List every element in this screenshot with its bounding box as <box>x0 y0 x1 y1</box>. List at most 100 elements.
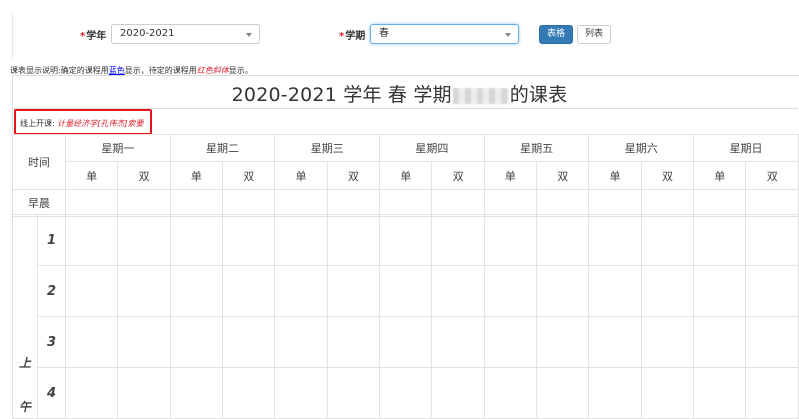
schedule-cell <box>274 214 328 266</box>
list-view-button[interactable]: 列表 <box>577 25 611 44</box>
schedule-cell <box>222 214 276 266</box>
period-row: 上午1 <box>12 214 799 419</box>
schedule-cell <box>379 316 433 368</box>
schedule-cell <box>536 214 590 266</box>
highlight-box <box>14 109 152 135</box>
week-double: 双 <box>326 161 381 190</box>
schedule-cell <box>693 189 747 217</box>
week-double: 双 <box>431 161 485 190</box>
schedule-cell <box>117 316 171 368</box>
schedule-cell <box>745 316 799 368</box>
schedule-cell <box>326 265 381 317</box>
schedule-cell <box>640 214 695 266</box>
schedule-cell <box>64 316 119 368</box>
day-header-sun: 星期日 <box>693 134 799 162</box>
day-header-mon: 星期一 <box>65 134 171 162</box>
schedule-cell <box>117 367 171 419</box>
schedule-cell <box>274 265 328 317</box>
schedule-cell <box>536 316 590 368</box>
schedule-cell <box>169 189 224 217</box>
period-number: 4 <box>37 367 66 419</box>
schedule-cell <box>274 367 328 419</box>
schedule-cell <box>222 265 276 317</box>
schedule-cell <box>169 214 224 266</box>
schedule-cell <box>379 265 433 317</box>
schedule-cell <box>326 214 381 266</box>
schedule-cell <box>379 189 433 217</box>
schedule-cell <box>431 265 485 317</box>
schedule-cell <box>693 214 747 266</box>
schedule-cell <box>431 367 485 419</box>
week-double: 双 <box>117 161 171 190</box>
schedule-cell <box>379 367 433 419</box>
morning-session-label: 上午 <box>12 214 38 419</box>
week-single: 单 <box>379 161 433 190</box>
schedule-cell <box>745 214 799 266</box>
schedule-cell <box>431 214 485 266</box>
schedule-cell <box>431 189 485 217</box>
schedule-cell <box>640 316 695 368</box>
week-single: 单 <box>693 161 747 190</box>
period-row: 3 <box>13 316 799 368</box>
schedule-cell <box>588 189 642 217</box>
schedule-cell <box>117 189 171 217</box>
week-single: 单 <box>64 161 119 190</box>
day-header-thu: 星期四 <box>379 134 485 162</box>
term-label: *学期 <box>339 31 366 42</box>
schedule-cell <box>64 214 119 266</box>
schedule-cell <box>693 316 747 368</box>
schedule-cell <box>640 367 695 419</box>
schedule-cell <box>274 189 328 217</box>
table-view-button[interactable]: 表格 <box>539 25 573 44</box>
schedule-cell <box>222 316 276 368</box>
period-rows: 上午1234 <box>12 214 799 419</box>
schedule-cell <box>64 265 119 317</box>
period-table: 上午1234 <box>12 214 799 419</box>
week-single: 单 <box>274 161 328 190</box>
redacted-name <box>452 87 509 104</box>
week-double: 双 <box>640 161 695 190</box>
schedule-cell <box>64 189 119 217</box>
schedule-cell <box>745 189 799 217</box>
week-double: 双 <box>536 161 590 190</box>
schedule-cell <box>693 367 747 419</box>
chevron-down-icon <box>246 33 252 37</box>
schedule-cell <box>169 316 224 368</box>
term-select-value: 春 <box>379 28 389 39</box>
schedule-table: 时间 星期一 星期二 星期三 星期四 星期五 星期六 星期日 单 双 单 双 单… <box>12 134 799 217</box>
week-single: 单 <box>483 161 538 190</box>
day-header-sat: 星期六 <box>588 134 695 162</box>
term-select[interactable]: 春 <box>370 24 519 44</box>
schedule-cell <box>169 367 224 419</box>
week-double: 双 <box>222 161 276 190</box>
period-number: 3 <box>37 316 66 368</box>
schedule-cell <box>222 367 276 419</box>
morning-label: 早晨 <box>12 189 66 217</box>
schedule-cell <box>326 316 381 368</box>
day-header-wed: 星期三 <box>274 134 381 162</box>
schedule-cell <box>536 265 590 317</box>
schedule-cell <box>640 189 695 217</box>
schedule-cell <box>483 316 538 368</box>
schedule-cell <box>483 214 538 266</box>
schedule-cell <box>536 189 590 217</box>
schedule-cell <box>483 367 538 419</box>
period-row: 4 <box>13 367 799 419</box>
schedule-cell <box>745 265 799 317</box>
schedule-cell <box>326 189 381 217</box>
year-select[interactable]: 2020-2021 <box>111 24 260 44</box>
schedule-cell <box>588 214 642 266</box>
schedule-cell <box>274 316 328 368</box>
period-row: 2 <box>13 265 799 317</box>
schedule-cell <box>169 265 224 317</box>
day-header-fri: 星期五 <box>483 134 590 162</box>
week-double: 双 <box>745 161 799 190</box>
year-label: *学年 <box>80 31 107 42</box>
year-select-value: 2020-2021 <box>120 28 175 39</box>
schedule-cell <box>326 367 381 419</box>
schedule-cell <box>117 265 171 317</box>
week-single: 单 <box>588 161 642 190</box>
schedule-cell <box>222 189 276 217</box>
period-number: 1 <box>37 214 66 266</box>
schedule-cell <box>431 316 485 368</box>
